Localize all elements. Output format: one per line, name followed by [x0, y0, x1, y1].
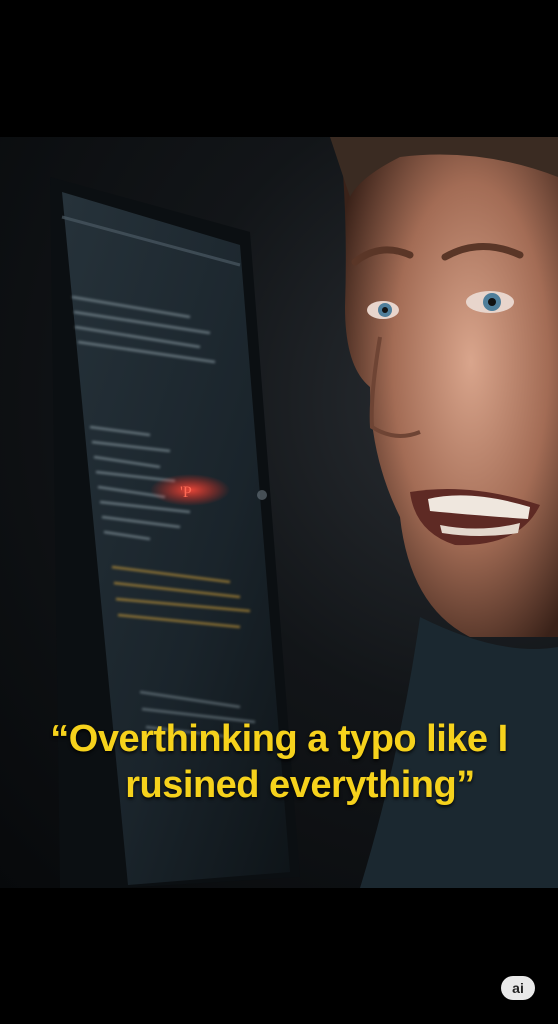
caption-line-2: rusined everything” [125, 764, 475, 806]
caption-line-1: “Overthinking a typo like I [50, 718, 508, 760]
ai-badge[interactable]: ai [501, 976, 535, 1000]
top-letterbox [0, 0, 558, 137]
caption: “Overthinking a typo like I rusined ever… [0, 716, 558, 808]
bottom-letterbox [0, 888, 558, 1024]
error-mark: 'P [180, 484, 192, 501]
